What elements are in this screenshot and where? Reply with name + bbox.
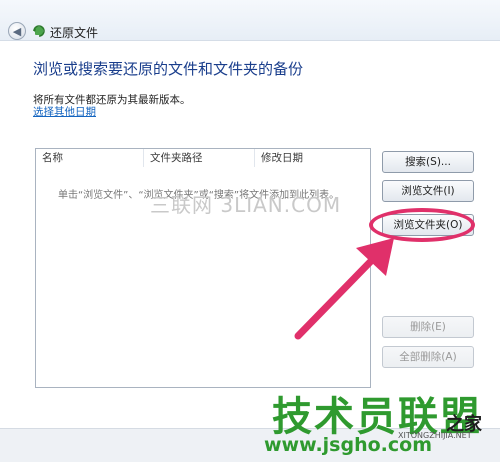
restore-files-icon [33,25,45,37]
browse-files-button[interactable]: 浏览文件(I) [382,180,474,202]
back-arrow-icon: ◀ [12,24,22,38]
title-bar: ◀ 还原文件 [0,0,500,41]
search-button[interactable]: 搜索(S)... [382,151,474,173]
column-header-name[interactable]: 名称 [36,149,144,167]
annotation-arrow-icon [294,238,394,340]
column-header-modified-date[interactable]: 修改日期 [255,149,372,167]
remove-all-button[interactable]: 全部删除(A) [382,346,474,368]
watermark-small: XITONGZHIJIA.NET [398,431,472,440]
column-header-folder-path[interactable]: 文件夹路径 [144,149,255,167]
page-heading: 浏览或搜索要还原的文件和文件夹的备份 [33,60,304,78]
choose-other-date-link[interactable]: 选择其他日期 [33,104,96,119]
window-title: 还原文件 [50,26,99,40]
watermark-3lian: 三联网 3LIAN.COM [150,193,342,217]
back-button[interactable]: ◀ [8,22,26,40]
